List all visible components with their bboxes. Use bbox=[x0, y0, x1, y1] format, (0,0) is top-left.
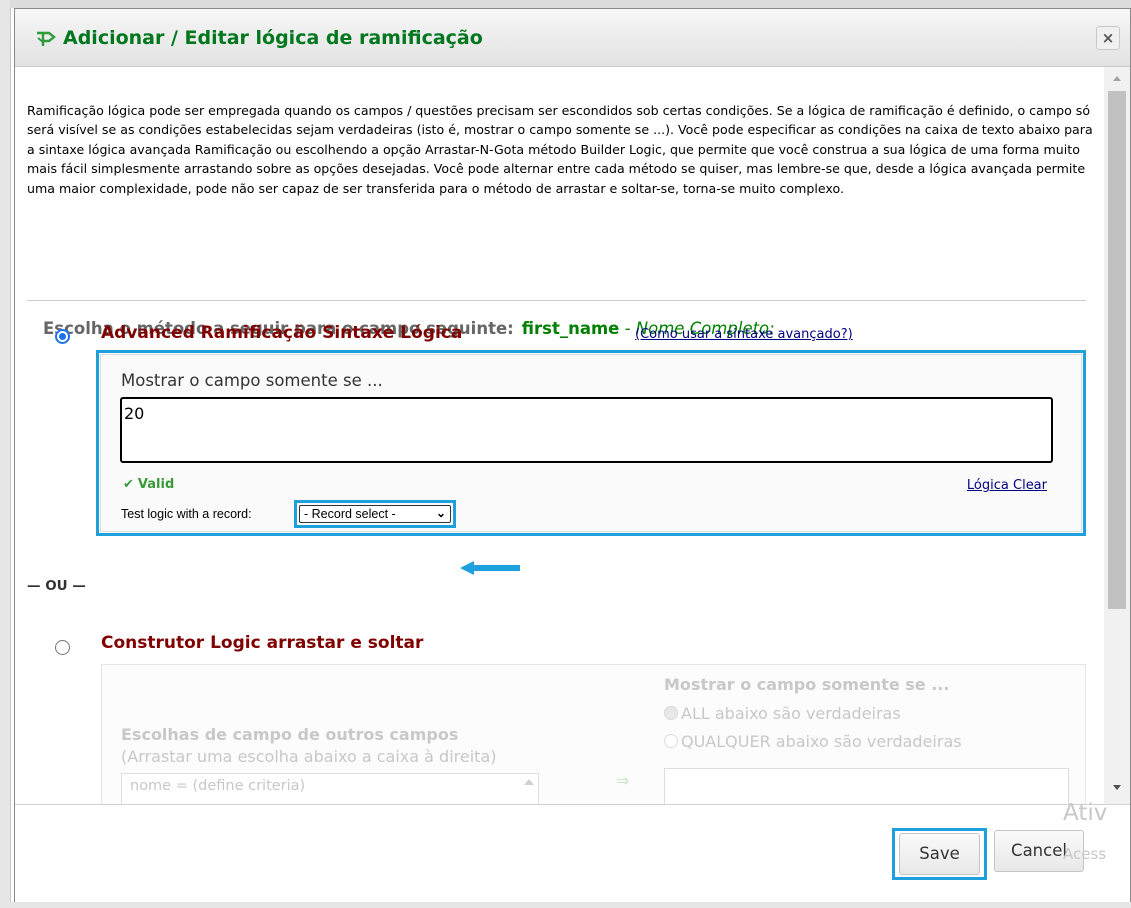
all-true-label: ALL abaixo são verdadeiras bbox=[681, 704, 901, 723]
validation-status: ✔ Valid bbox=[123, 477, 174, 492]
dialog-title: Adicionar / Editar lógica de ramificação bbox=[63, 27, 483, 49]
activation-watermark-line2: Acess bbox=[1063, 845, 1107, 863]
field-choices-list[interactable]: nome = (define criteria) bbox=[121, 773, 539, 804]
record-select-dropdown[interactable]: - Record select - ⌄ bbox=[299, 505, 451, 523]
logic-textarea[interactable]: 20 bbox=[120, 397, 1053, 463]
save-button-highlight: Save bbox=[892, 828, 987, 880]
test-logic-label: Test logic with a record: bbox=[121, 507, 252, 521]
scroll-down-arrow-icon[interactable] bbox=[1113, 785, 1121, 790]
check-icon: ✔ bbox=[123, 477, 134, 492]
activation-watermark-line1: Ativ bbox=[1063, 800, 1108, 826]
any-true-label: QUALQUER abaixo são verdadeiras bbox=[681, 732, 962, 751]
show-field-if-label: Mostrar o campo somente se ... bbox=[121, 371, 383, 390]
chevron-down-icon: ⌄ bbox=[435, 506, 446, 520]
list-scroll-up-icon[interactable] bbox=[524, 779, 534, 785]
validation-text: Valid bbox=[137, 477, 175, 492]
scroll-up-arrow-icon[interactable] bbox=[1113, 76, 1121, 81]
close-button[interactable]: × bbox=[1096, 26, 1120, 50]
branch-icon bbox=[37, 31, 56, 46]
field-choice-item[interactable]: nome = (define criteria) bbox=[130, 778, 305, 794]
advanced-logic-panel-inner: Mostrar o campo somente se ... 20 ✔ Valid… bbox=[100, 354, 1082, 532]
close-icon: × bbox=[1101, 29, 1115, 47]
drag-drop-section-title: Construtor Logic arrastar e soltar bbox=[101, 633, 424, 653]
scrollbar-thumb[interactable] bbox=[1108, 91, 1126, 609]
advanced-logic-panel: Mostrar o campo somente se ... 20 ✔ Valid… bbox=[96, 350, 1086, 536]
any-true-option[interactable]: QUALQUER abaixo são verdadeiras bbox=[664, 732, 962, 751]
drag-drop-radio[interactable] bbox=[55, 640, 70, 655]
save-button[interactable]: Save bbox=[899, 833, 980, 875]
any-true-radio[interactable] bbox=[664, 734, 678, 748]
record-select-value: - Record select - bbox=[304, 507, 396, 521]
top-window-edge bbox=[10, 0, 1131, 8]
bottom-window-edge bbox=[0, 902, 1131, 908]
divider bbox=[27, 300, 1086, 301]
dialog-footer: Save Cancel bbox=[15, 804, 1130, 903]
logic-drop-target[interactable] bbox=[664, 768, 1069, 804]
field-choices-subtitle: (Arrastar uma escolha abaixo a caixa à d… bbox=[121, 747, 497, 766]
field-choices-title: Escolhas de campo de outros campos bbox=[121, 725, 459, 744]
left-window-edge bbox=[0, 0, 11, 908]
advanced-syntax-radio[interactable] bbox=[55, 329, 70, 344]
record-select-highlight: - Record select - ⌄ bbox=[294, 500, 456, 528]
drag-drop-builder-panel: Escolhas de campo de outros campos (Arra… bbox=[101, 664, 1086, 804]
all-true-option[interactable]: ALL abaixo são verdadeiras bbox=[664, 704, 901, 723]
all-true-radio[interactable] bbox=[664, 706, 678, 720]
or-separator: — OU — bbox=[27, 578, 86, 594]
field-variable-name: first_name bbox=[521, 319, 620, 338]
dialog-content: Ramificação lógica pode ser empregada qu… bbox=[15, 67, 1106, 804]
dialog-titlebar[interactable]: Adicionar / Editar lógica de ramificação… bbox=[15, 9, 1130, 67]
intro-text: Ramificação lógica pode ser empregada qu… bbox=[27, 103, 1093, 196]
clear-logic-link[interactable]: Lógica Clear bbox=[967, 478, 1047, 493]
advanced-section-title: Advanced Ramificação Sintaxe Lógica bbox=[101, 323, 463, 343]
drag-arrow-icon: ⇒ bbox=[616, 771, 630, 790]
advanced-syntax-help-link[interactable]: (Como usar a sintaxe avançado?) bbox=[635, 327, 853, 342]
annotation-arrow-icon bbox=[460, 561, 520, 575]
drag-drop-show-label: Mostrar o campo somente se ... bbox=[664, 675, 950, 694]
branching-logic-dialog: Adicionar / Editar lógica de ramificação… bbox=[14, 8, 1131, 903]
